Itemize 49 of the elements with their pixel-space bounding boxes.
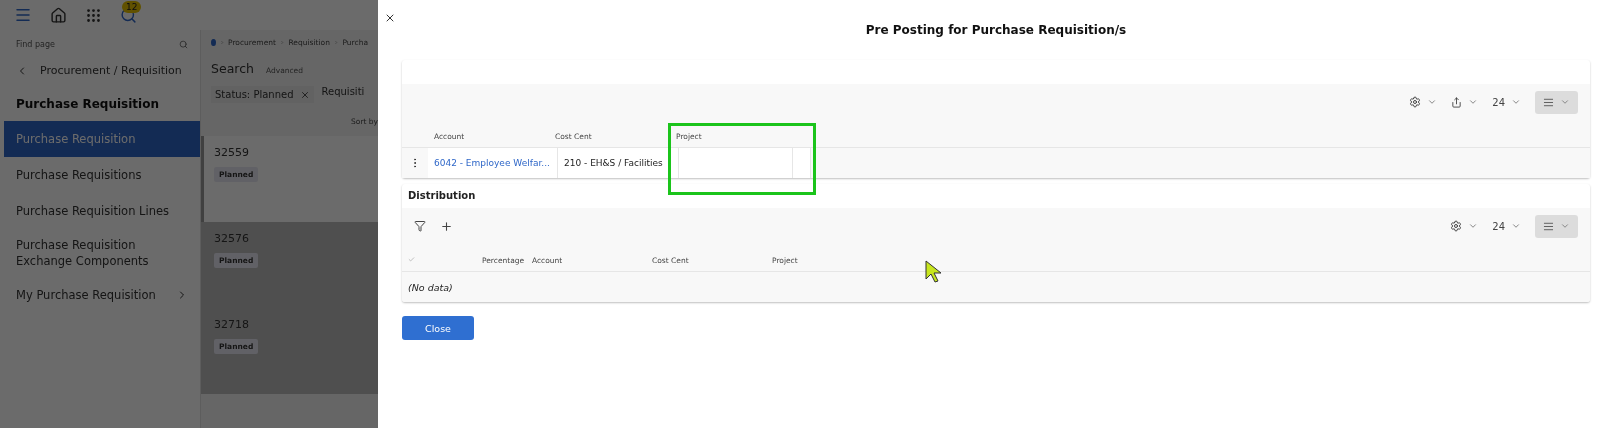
filter-chip[interactable]: Status: Planned	[211, 86, 314, 103]
chevron-down-icon	[1560, 97, 1570, 107]
table-cell: 210 - EH&S / Facilities	[558, 148, 679, 178]
export-icon	[1451, 96, 1463, 108]
settings-menu[interactable]	[1450, 220, 1479, 232]
chevron-down-icon	[1511, 97, 1521, 107]
check-icon[interactable]	[408, 256, 415, 263]
grid-icon[interactable]	[85, 6, 102, 24]
home-dot-icon[interactable]	[211, 39, 216, 46]
chevron-down-icon	[1468, 97, 1479, 107]
dialog-title: Pre Posting for Purchase Requisition/s	[865, 23, 1127, 37]
search-icon	[179, 39, 188, 49]
search-title: Search	[211, 61, 254, 76]
section-title: Distribution	[407, 189, 477, 203]
back-link[interactable]: Procurement / Requisition	[0, 54, 200, 87]
export-menu[interactable]	[1451, 96, 1479, 108]
home-icon[interactable]	[50, 6, 67, 24]
chevron-down-icon	[1427, 97, 1438, 107]
filter-icon[interactable]	[414, 220, 426, 232]
close-icon	[299, 89, 310, 100]
sidebar-item[interactable]: Purchase Requisition	[4, 121, 200, 157]
empty-message: (No data)	[402, 272, 1590, 302]
close-button[interactable]: Close	[402, 316, 474, 340]
filter-chip[interactable]: Requisiti	[321, 86, 365, 103]
sidebar-item[interactable]: Purchase Requisition Lines	[4, 193, 200, 229]
sidebar-item[interactable]: Purchase Requisition Exchange Components	[4, 229, 200, 277]
chevron-down-icon	[1511, 221, 1521, 231]
add-icon[interactable]	[440, 219, 453, 233]
chevron-down-icon	[1468, 221, 1479, 231]
view-menu[interactable]	[1535, 214, 1578, 238]
page-size-select[interactable]: 24	[1492, 96, 1521, 108]
chevron-down-icon	[1560, 221, 1570, 231]
sidebar-item[interactable]: Purchase Requisitions	[4, 157, 200, 193]
menu-icon[interactable]	[14, 6, 32, 24]
requisition-number: 32718	[214, 318, 250, 331]
notification-badge: 12	[122, 1, 142, 13]
list-icon	[1543, 96, 1554, 108]
sidebar-item[interactable]: My Purchase Requisition	[4, 277, 200, 313]
account-link[interactable]: 6042 - Employee Welfar...	[428, 148, 558, 178]
list-icon	[1543, 220, 1554, 232]
requisition-number: 32576	[214, 232, 250, 245]
find-page-field[interactable]: Find page	[16, 34, 188, 54]
sidebar-heading: Purchase Requisition	[15, 96, 160, 113]
close-icon[interactable]	[384, 12, 396, 24]
page-size-select[interactable]: 24	[1492, 220, 1521, 232]
cursor-icon	[925, 260, 943, 284]
view-menu[interactable]	[1535, 90, 1578, 114]
settings-menu[interactable]	[1409, 96, 1438, 108]
requisition-number: 32559	[214, 146, 250, 159]
